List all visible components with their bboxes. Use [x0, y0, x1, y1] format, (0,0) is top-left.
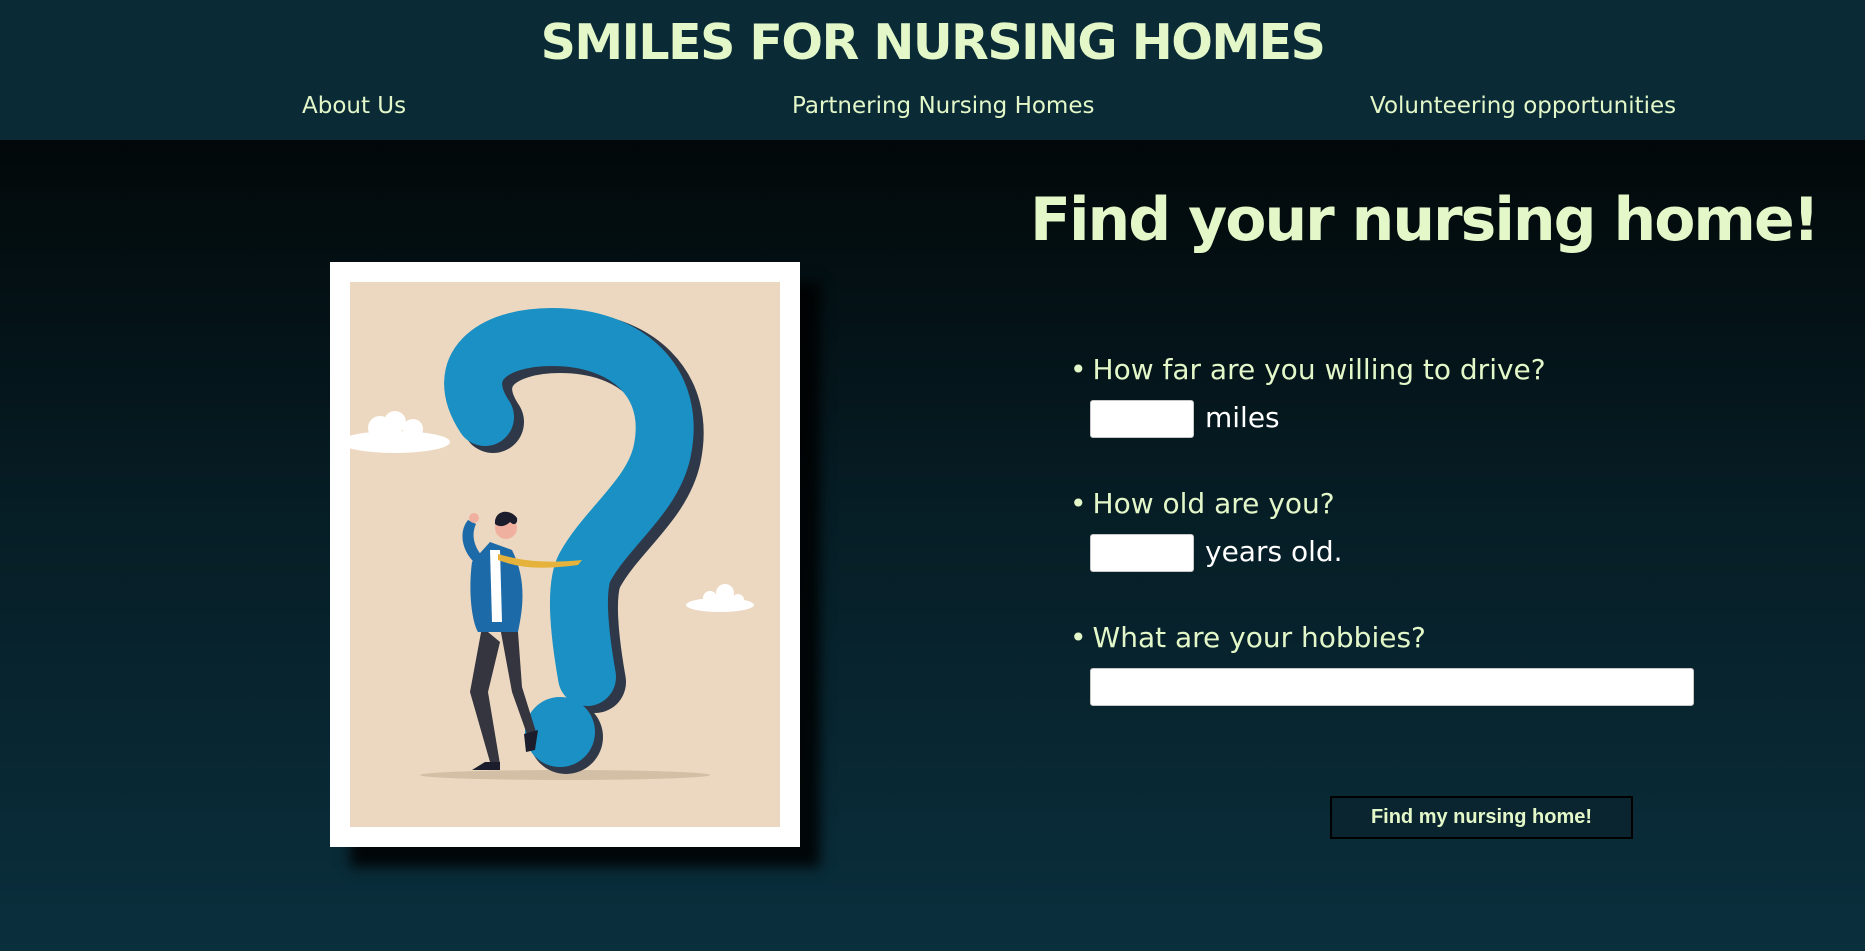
- age-input[interactable]: [1090, 534, 1194, 572]
- nav-volunteering-opportunities[interactable]: Volunteering opportunities: [1370, 88, 1676, 124]
- age-unit-label: years old.: [1205, 535, 1343, 568]
- site-header: SMILES FOR NURSING HOMES About Us Partne…: [0, 0, 1865, 140]
- illustration-frame: [330, 262, 800, 847]
- site-title: SMILES FOR NURSING HOMES: [540, 14, 1326, 71]
- find-heading: Find your nursing home!: [1030, 185, 1820, 255]
- distance-question-label: How far are you willing to drive?: [1092, 353, 1546, 386]
- bullet: •: [1070, 353, 1087, 386]
- distance-input[interactable]: [1090, 400, 1194, 438]
- find-my-nursing-home-button[interactable]: Find my nursing home!: [1330, 796, 1633, 839]
- distance-unit-label: miles: [1205, 401, 1280, 434]
- nav-partnering-nursing-homes[interactable]: Partnering Nursing Homes: [792, 88, 1094, 124]
- hobbies-question-label: What are your hobbies?: [1092, 621, 1426, 654]
- nav-about-us[interactable]: About Us: [302, 88, 406, 124]
- question-person-illustration: [350, 282, 780, 827]
- hobbies-input[interactable]: [1090, 668, 1694, 706]
- bullet: •: [1070, 487, 1087, 520]
- distance-question: • How far are you willing to drive?: [1070, 350, 1546, 390]
- bullet: •: [1070, 621, 1087, 654]
- hobbies-question: • What are your hobbies?: [1070, 618, 1426, 658]
- age-question: • How old are you?: [1070, 484, 1335, 524]
- main-content: Find your nursing home! • How far are you…: [0, 140, 1865, 951]
- age-question-label: How old are you?: [1092, 487, 1335, 520]
